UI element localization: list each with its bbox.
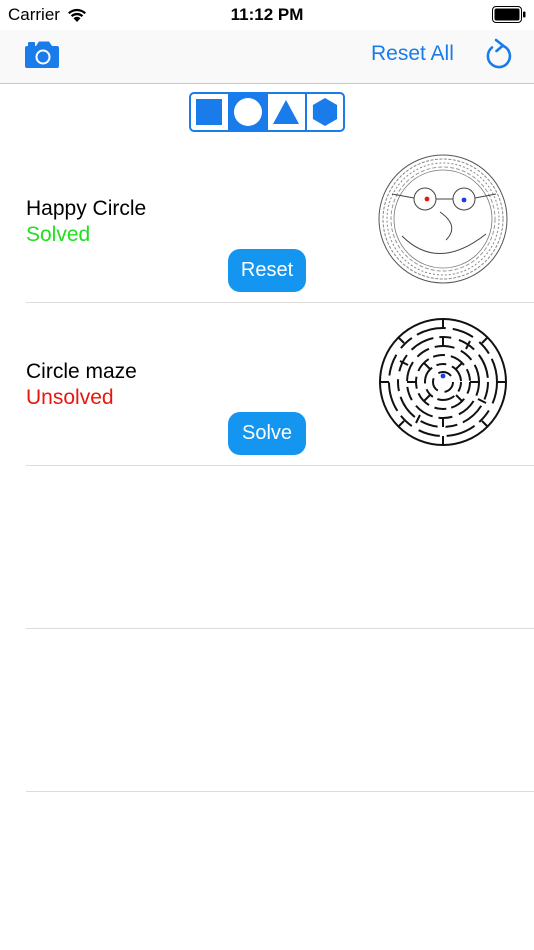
segment-square[interactable] xyxy=(191,94,230,130)
segment-circle[interactable] xyxy=(229,94,268,130)
battery-icon xyxy=(492,6,526,23)
list-item[interactable]: Circle maze Unsolved Solve xyxy=(26,303,534,466)
maze-title: Happy Circle xyxy=(26,197,147,220)
maze-status: Solved xyxy=(26,223,91,246)
maze-thumbnail xyxy=(378,154,508,284)
shape-segmented-control xyxy=(189,92,345,132)
list-item xyxy=(26,629,534,792)
refresh-icon[interactable] xyxy=(482,38,514,72)
triangle-icon xyxy=(273,100,300,124)
segment-triangle[interactable] xyxy=(268,94,307,130)
maze-thumbnail xyxy=(379,318,507,446)
list-item[interactable]: Happy Circle Solved Reset xyxy=(26,140,534,303)
hexagon-icon xyxy=(312,98,337,126)
status-bar: Carrier 11:12 PM xyxy=(0,0,534,30)
status-time: 11:12 PM xyxy=(230,5,304,24)
square-icon xyxy=(196,99,223,125)
solve-button[interactable]: Solve xyxy=(228,412,306,455)
segment-hexagon[interactable] xyxy=(307,94,344,130)
camera-icon[interactable] xyxy=(24,40,60,70)
circle-icon xyxy=(233,98,262,126)
navigation-bar: Reset All xyxy=(0,30,534,84)
maze-status: Unsolved xyxy=(26,386,114,409)
reset-button[interactable]: Reset xyxy=(228,249,306,292)
list-item xyxy=(26,466,534,629)
app-screen: Carrier 11:12 PM Reset All Happy Circle … xyxy=(0,0,534,950)
maze-title: Circle maze xyxy=(26,360,137,383)
reset-all-button[interactable]: Reset All xyxy=(371,42,454,66)
